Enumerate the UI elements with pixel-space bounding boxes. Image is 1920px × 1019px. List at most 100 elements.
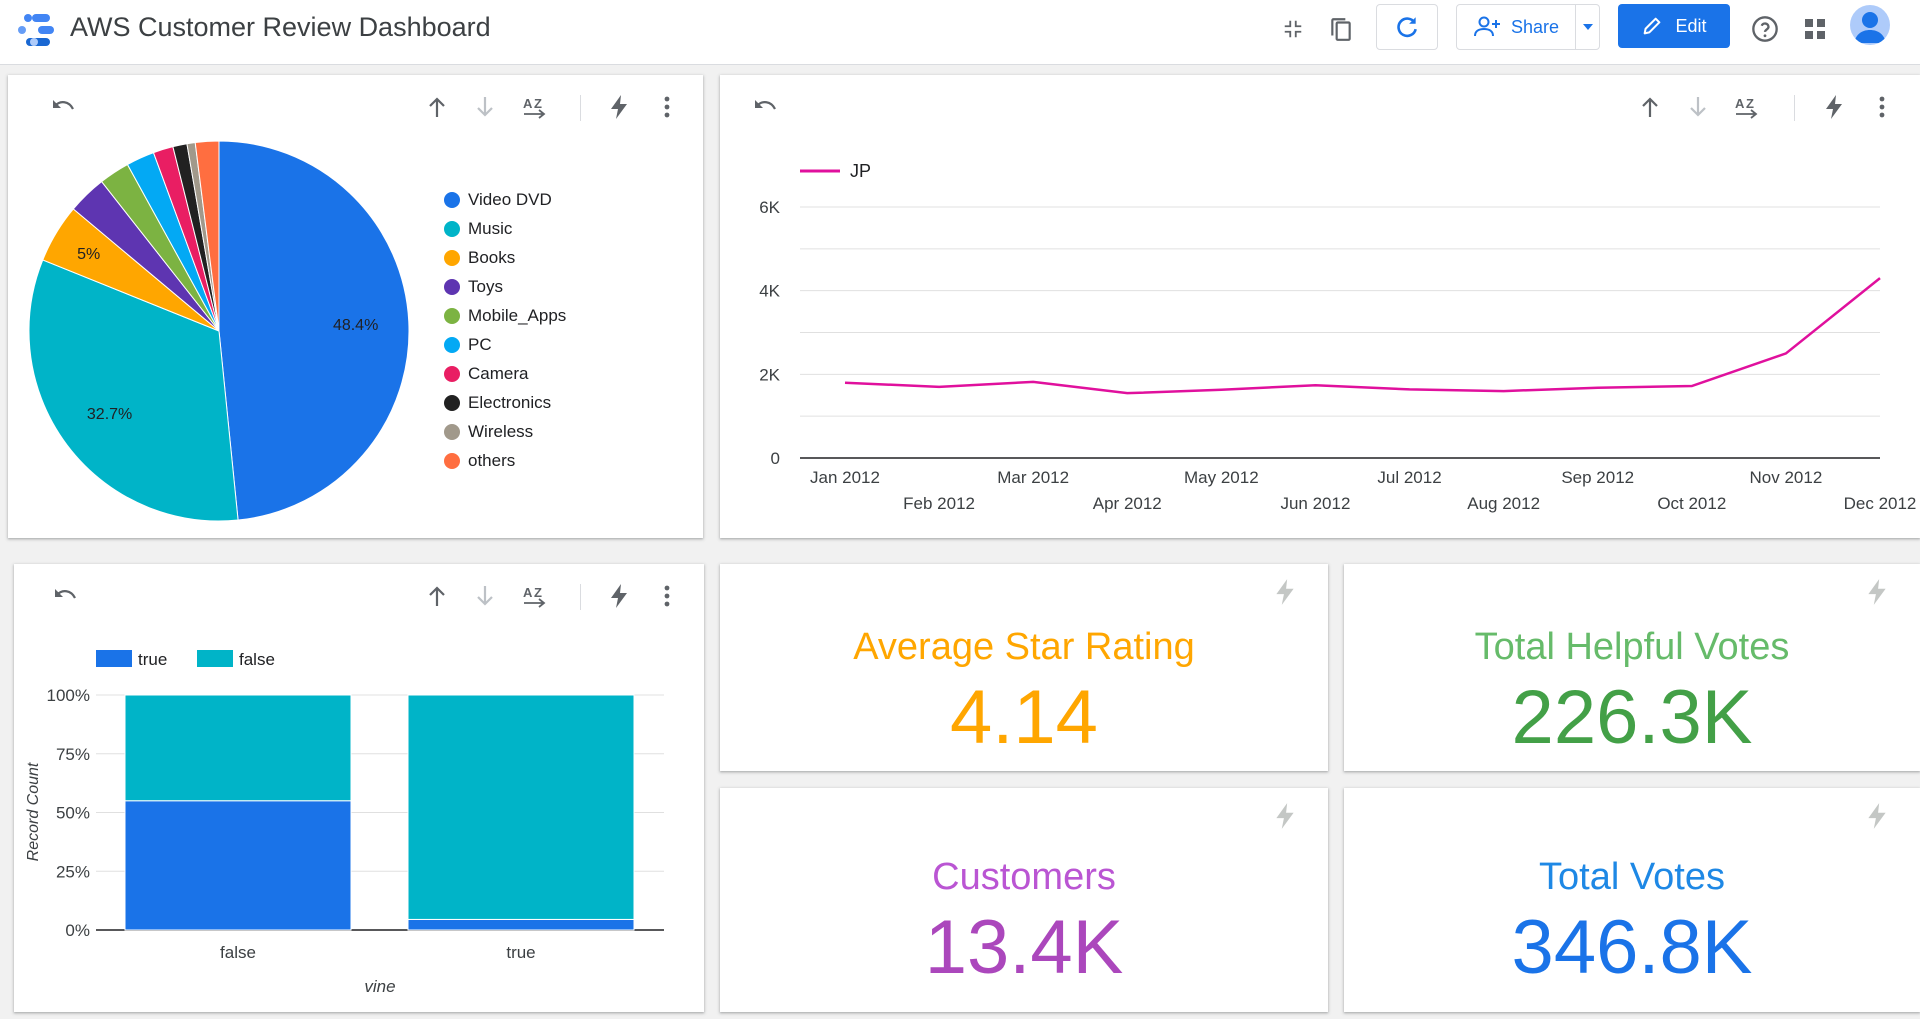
pie-slice-label: 48.4%: [333, 317, 378, 334]
kpi-card-total-votes[interactable]: Total Votes 346.8K: [1344, 788, 1920, 1012]
share-main[interactable]: Share: [1457, 5, 1575, 49]
edit-button[interactable]: Edit: [1618, 4, 1730, 48]
bolt-icon[interactable]: [1866, 802, 1888, 830]
legend-item[interactable]: Electronics: [444, 391, 551, 415]
y-tick-label: 2K: [759, 365, 780, 384]
explore-bolt-icon[interactable]: [601, 87, 637, 127]
legend-label: Video DVD: [468, 190, 552, 209]
top-bar: AWS Customer Review Dashboard Share Edit: [0, 0, 1920, 65]
legend-label: others: [468, 451, 516, 470]
x-tick-label: Oct 2012: [1657, 494, 1726, 513]
kpi-value: 226.3K: [1511, 675, 1753, 760]
x-tick-label: Jan 2012: [810, 468, 880, 487]
kpi-card-avg-rating[interactable]: Average Star Rating 4.14: [720, 564, 1328, 771]
y-tick-label: 4K: [759, 282, 780, 301]
x-tick-label: Nov 2012: [1750, 468, 1823, 487]
kpi-card-helpful-votes[interactable]: Total Helpful Votes 226.3K: [1344, 564, 1920, 771]
legend-item[interactable]: Camera: [444, 362, 528, 386]
svg-text:A: A: [523, 96, 533, 111]
y-tick-label: 75%: [56, 745, 90, 764]
kpi-label: Total Votes: [1539, 856, 1725, 898]
bar-chart-card: AZ 0% 25% 50% 75% 100% false true true false vine…: [14, 564, 704, 1012]
legend-swatch: [444, 250, 460, 266]
line-chart-card: AZ 0 2K 4K 6K Jan 2012 Feb 2012 Mar 2012 Apr 20…: [720, 75, 1920, 538]
y-tick-label: 0%: [65, 921, 90, 940]
y-axis-title: Record Count: [25, 762, 42, 861]
bolt-icon[interactable]: [1274, 578, 1296, 606]
series-line-jp[interactable]: [844, 277, 1881, 395]
pie-slice-video-dvd[interactable]: [218, 140, 410, 521]
legend-swatch: [444, 366, 460, 382]
drill-down-icon[interactable]: [467, 87, 503, 127]
kpi-value: 13.4K: [924, 905, 1124, 990]
legend-item[interactable]: Wireless: [444, 420, 533, 444]
bolt-icon[interactable]: [1274, 802, 1296, 830]
legend-item[interactable]: others: [444, 449, 515, 473]
legend-swatch: [444, 308, 460, 324]
kpi-label: Total Helpful Votes: [1474, 626, 1790, 668]
line-chart[interactable]: 0 2K 4K 6K Jan 2012 Feb 2012 Mar 2012 Apr 2012 M…: [720, 75, 1920, 538]
bar-chart[interactable]: 0% 25% 50% 75% 100% false true true false vine Rec…: [14, 564, 704, 1012]
kpi-value: 4.14: [950, 675, 1098, 760]
help-icon[interactable]: [1750, 14, 1780, 44]
user-avatar[interactable]: [1850, 5, 1890, 45]
y-tick-label: 50%: [56, 804, 90, 823]
add-person-icon: [1473, 16, 1500, 37]
share-dropdown-icon[interactable]: [1576, 5, 1599, 49]
refresh-button[interactable]: [1376, 4, 1438, 50]
x-axis-title: vine: [364, 977, 395, 996]
legend-item[interactable]: Mobile_Apps: [444, 304, 566, 328]
pie-chart-card: AZ 48.4% 32.7% 5% Video DVD Music Books Toys M…: [8, 75, 703, 538]
kpi-label: Average Star Rating: [853, 626, 1195, 668]
report-title[interactable]: AWS Customer Review Dashboard: [70, 12, 491, 42]
refresh-icon: [1397, 17, 1417, 38]
x-tick-label: Apr 2012: [1093, 494, 1162, 513]
legend-swatch: [444, 453, 460, 469]
x-tick-label: Jun 2012: [1280, 494, 1350, 513]
x-tick-label: Mar 2012: [997, 468, 1069, 487]
edit-label: Edit: [1675, 15, 1707, 36]
pie-slice-label: 5%: [77, 246, 100, 263]
more-options-icon[interactable]: [649, 87, 685, 127]
legend-swatch: [96, 650, 132, 667]
pencil-icon: [1644, 17, 1661, 35]
x-tick-label: May 2012: [1184, 468, 1259, 487]
legend-label: JP: [850, 161, 871, 181]
x-tick-label: false: [220, 943, 256, 962]
legend-swatch: [444, 279, 460, 295]
legend-item[interactable]: Video DVD: [444, 188, 552, 212]
bar-segment-true-false[interactable]: [124, 800, 352, 931]
legend-swatch: [444, 424, 460, 440]
data-studio-logo: [16, 10, 58, 50]
y-tick-label: 6K: [759, 198, 780, 217]
bar-segment-false-false[interactable]: [124, 694, 352, 802]
x-tick-label: Jul 2012: [1377, 468, 1441, 487]
bar-segment-false-true[interactable]: [407, 694, 635, 920]
legend-label: Music: [468, 219, 513, 238]
bolt-icon[interactable]: [1866, 578, 1888, 606]
x-tick-label: Dec 2012: [1844, 494, 1917, 513]
y-tick-label: 25%: [56, 862, 90, 881]
share-button[interactable]: Share: [1456, 4, 1600, 50]
pie-chart[interactable]: 48.4% 32.7% 5%: [8, 75, 438, 538]
legend-label: Camera: [468, 364, 529, 383]
legend-label: Mobile_Apps: [468, 306, 567, 325]
exit-fullscreen-icon[interactable]: [1278, 14, 1308, 44]
apps-grid-icon[interactable]: [1800, 14, 1830, 44]
sort-az-icon[interactable]: AZ: [516, 87, 552, 127]
svg-text:Z: Z: [534, 96, 542, 111]
legend-label: true: [138, 650, 167, 669]
legend-label: Books: [468, 248, 516, 267]
copy-report-icon[interactable]: [1326, 14, 1356, 44]
legend-item[interactable]: Books: [444, 246, 515, 270]
legend-label: false: [239, 650, 275, 669]
legend-item[interactable]: PC: [444, 333, 492, 357]
legend-item[interactable]: Music: [444, 217, 512, 241]
legend-label: Electronics: [468, 393, 552, 412]
kpi-label: Customers: [932, 856, 1116, 898]
kpi-value: 346.8K: [1511, 905, 1753, 990]
x-tick-label: Aug 2012: [1467, 494, 1540, 513]
legend-item[interactable]: Toys: [444, 275, 503, 299]
bar-segment-true-true[interactable]: [407, 918, 635, 931]
kpi-card-customers[interactable]: Customers 13.4K: [720, 788, 1328, 1012]
